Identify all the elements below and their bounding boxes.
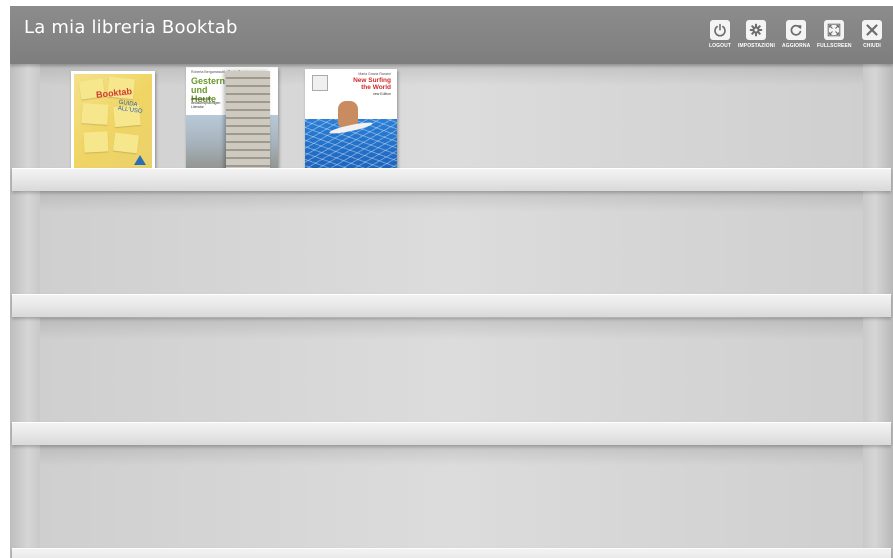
book-cover: Booktab GUIDA ALL'USO (74, 74, 152, 171)
close-icon (862, 20, 882, 40)
shelf-back-1 (40, 64, 863, 168)
logout-label: LOGOUT (709, 43, 731, 49)
book-booktab-guide[interactable]: Booktab GUIDA ALL'USO (71, 71, 155, 174)
book-cover-author: Maria Grazia Ranzini (358, 72, 391, 76)
shelf-back-2 (40, 190, 863, 294)
title-bar: La mia libreria Booktab LOGOUT IMPOSTAZI… (10, 6, 893, 64)
book-cover-title: New Surfing the World (353, 77, 391, 91)
settings-label: IMPOSTAZIONI (738, 43, 775, 49)
toolbar: LOGOUT IMPOSTAZIONI AGGIORNA FULLSCREEN … (10, 20, 893, 60)
book-cover-stamp-icon (312, 75, 328, 91)
shelf-4 (12, 548, 891, 558)
close-label: CHIUDI (863, 43, 881, 49)
bookcase: Booktab GUIDA ALL'USO Roberta Bergamasch… (10, 64, 893, 558)
shelf-2 (12, 294, 891, 317)
booktab-library-window: La mia libreria Booktab LOGOUT IMPOSTAZI… (10, 6, 893, 558)
refresh-button[interactable]: AGGIORNA (782, 20, 810, 49)
fullscreen-icon (824, 20, 845, 40)
fullscreen-label: FULLSCREEN (817, 43, 852, 49)
book-cover-description: Antologia der deutschsprachigen Literatu… (191, 97, 221, 109)
shelf-1 (12, 168, 891, 191)
shelf-back-4 (40, 444, 863, 548)
shelf-back-3 (40, 318, 863, 422)
book-cover-tower-image (226, 71, 270, 175)
power-icon (710, 20, 730, 40)
book-cover-subtitle: new Edition (372, 92, 391, 96)
fullscreen-button[interactable]: FULLSCREEN (817, 20, 852, 49)
refresh-icon (786, 20, 807, 40)
book-new-surfing-the-world[interactable]: Maria Grazia Ranzini New Surfing the Wor… (305, 69, 397, 179)
gear-icon (746, 20, 767, 40)
refresh-label: AGGIORNA (782, 43, 811, 49)
book-gestern-und-heute[interactable]: Roberta Bergamaschi · Paola Rossi Gester… (186, 67, 278, 180)
shelf-3 (12, 422, 891, 445)
logout-button[interactable]: LOGOUT (709, 20, 731, 49)
publisher-logo-icon (134, 155, 146, 165)
close-button[interactable]: CHIUDI (862, 20, 882, 49)
settings-button[interactable]: IMPOSTAZIONI (738, 20, 775, 49)
